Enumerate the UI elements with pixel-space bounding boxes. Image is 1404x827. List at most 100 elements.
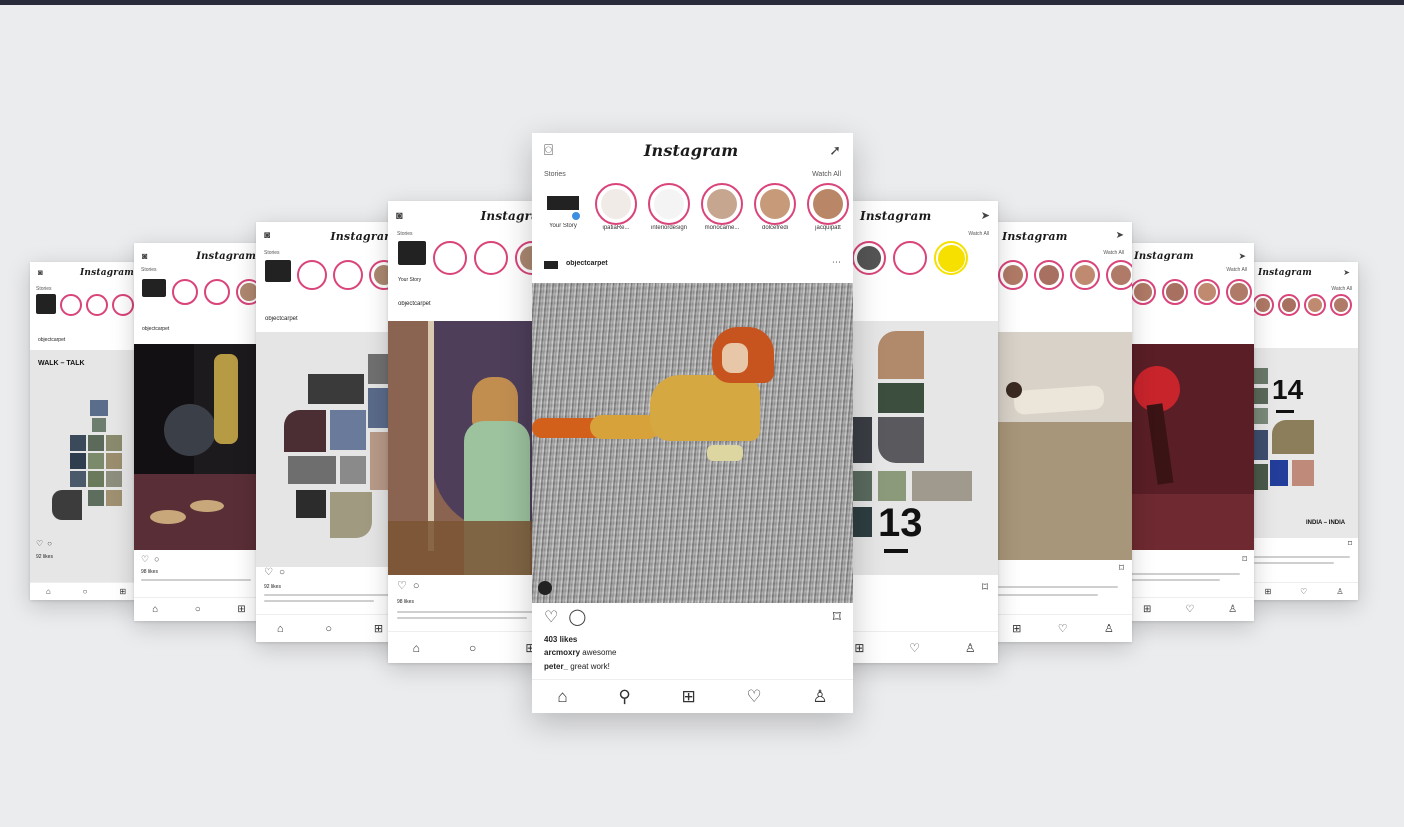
- story-item[interactable]: [1034, 260, 1064, 290]
- heart-icon[interactable]: ♡: [264, 568, 273, 578]
- bookmark-icon[interactable]: ⌑: [833, 610, 841, 626]
- story-item[interactable]: jacquipatt: [805, 183, 851, 231]
- watch-all-link[interactable]: Watch All: [1226, 267, 1247, 273]
- story-item[interactable]: [893, 241, 927, 275]
- bookmark-icon[interactable]: ⌑: [982, 581, 988, 593]
- search-icon[interactable]: ○: [83, 587, 88, 596]
- camera-icon[interactable]: ◙: [142, 251, 147, 261]
- story-item[interactable]: [1162, 279, 1188, 305]
- story-item[interactable]: [86, 294, 108, 316]
- search-icon[interactable]: ○: [325, 623, 332, 635]
- heart-icon[interactable]: ♡: [544, 610, 558, 626]
- home-icon[interactable]: ⌂: [557, 687, 567, 707]
- post-image[interactable]: 14 INDIA – INDIA: [1250, 348, 1358, 538]
- camera-icon[interactable]: ◙: [38, 269, 43, 277]
- send-icon[interactable]: ➚: [829, 143, 841, 157]
- post-image[interactable]: [532, 283, 853, 603]
- story-item[interactable]: [204, 279, 230, 305]
- post-image[interactable]: [1126, 344, 1254, 550]
- profile-icon[interactable]: ♙: [812, 687, 827, 707]
- profile-icon[interactable]: ♙: [1228, 604, 1237, 615]
- profile-icon[interactable]: ♙: [1336, 587, 1343, 596]
- profile-icon[interactable]: ♙: [965, 641, 976, 655]
- heart-icon[interactable]: ♡: [1185, 604, 1194, 615]
- comment-icon[interactable]: ○: [279, 568, 285, 578]
- story-item[interactable]: monocame...: [699, 183, 745, 231]
- post-image[interactable]: [134, 344, 264, 550]
- send-icon[interactable]: ➤: [981, 210, 990, 222]
- story-item[interactable]: [1226, 279, 1252, 305]
- camera-icon[interactable]: ◙: [264, 231, 270, 241]
- story-item[interactable]: [1070, 260, 1100, 290]
- story-item[interactable]: [172, 279, 198, 305]
- comment-2-user[interactable]: peter_: [544, 662, 568, 671]
- home-icon[interactable]: ⌂: [277, 623, 284, 635]
- heart-icon[interactable]: ♡: [397, 581, 407, 592]
- more-options-icon[interactable]: ⋯: [832, 257, 841, 268]
- heart-icon[interactable]: ♡: [1058, 622, 1068, 635]
- story-your-story[interactable]: [398, 241, 426, 265]
- camera-icon[interactable]: ◙: [396, 210, 403, 222]
- story-item[interactable]: [1106, 260, 1132, 290]
- comment-icon[interactable]: ◯: [568, 610, 586, 626]
- comment-icon[interactable]: ○: [413, 581, 420, 592]
- story-item[interactable]: [1194, 279, 1220, 305]
- home-icon[interactable]: ⌂: [152, 604, 158, 615]
- add-icon[interactable]: ⊞: [374, 622, 383, 635]
- search-icon[interactable]: ○: [469, 641, 476, 655]
- add-icon[interactable]: ⊞: [681, 687, 695, 707]
- story-item[interactable]: [1130, 279, 1156, 305]
- home-icon[interactable]: ⌂: [46, 587, 51, 596]
- post-username[interactable]: objectcarpet: [256, 316, 404, 322]
- post-image[interactable]: [256, 332, 404, 567]
- comment-1-user[interactable]: arcmoxry: [544, 648, 580, 657]
- story-item[interactable]: ipatiaRe...: [593, 183, 639, 231]
- story-item[interactable]: [1252, 294, 1274, 316]
- story-your-story[interactable]: Your Story: [540, 183, 586, 229]
- story-item[interactable]: [297, 260, 327, 290]
- story-item[interactable]: [1278, 294, 1300, 316]
- post-image[interactable]: [994, 332, 1132, 560]
- search-icon[interactable]: ○: [195, 604, 201, 615]
- bookmark-icon[interactable]: ⌑: [1119, 564, 1124, 574]
- tag-icon[interactable]: [538, 581, 552, 595]
- comment-icon[interactable]: ○: [154, 555, 159, 564]
- watch-all-link[interactable]: Watch All: [1103, 250, 1124, 256]
- heart-icon[interactable]: ♡: [141, 555, 149, 564]
- add-icon[interactable]: ⊞: [1012, 622, 1021, 635]
- story-item[interactable]: [333, 260, 363, 290]
- heart-icon[interactable]: ♡: [36, 540, 43, 548]
- story-item[interactable]: [852, 241, 886, 275]
- add-icon[interactable]: ⊞: [854, 641, 864, 655]
- post-avatar[interactable]: [544, 261, 558, 269]
- post-image[interactable]: 13: [832, 321, 998, 575]
- story-item[interactable]: [474, 241, 508, 275]
- story-item[interactable]: [934, 241, 968, 275]
- add-icon[interactable]: ⊞: [1143, 604, 1151, 615]
- story-item[interactable]: [112, 294, 134, 316]
- story-item[interactable]: interiordesign: [646, 183, 692, 231]
- send-icon[interactable]: ➤: [1116, 231, 1124, 241]
- send-icon[interactable]: ➤: [1343, 269, 1350, 277]
- story-item[interactable]: [1330, 294, 1352, 316]
- story-item[interactable]: dolcefredi: [752, 183, 798, 231]
- send-icon[interactable]: ➤: [1238, 251, 1246, 261]
- profile-icon[interactable]: ♙: [1104, 622, 1114, 635]
- add-icon[interactable]: ⊞: [119, 587, 126, 596]
- story-your-story[interactable]: [265, 260, 291, 282]
- post-username[interactable]: objectcarpet: [566, 260, 853, 267]
- search-icon[interactable]: ⚲: [618, 687, 630, 707]
- watch-all-link[interactable]: Watch All: [812, 171, 841, 178]
- post-image[interactable]: WALK – TALK: [30, 350, 142, 600]
- story-item[interactable]: [433, 241, 467, 275]
- post-username[interactable]: objectcarpet: [134, 326, 264, 332]
- heart-icon[interactable]: ♡: [909, 641, 920, 655]
- home-icon[interactable]: ⌂: [413, 641, 420, 655]
- story-your-story[interactable]: [36, 294, 56, 314]
- bookmark-icon[interactable]: ⌑: [1242, 555, 1247, 564]
- bookmark-icon[interactable]: ⌑: [1348, 540, 1352, 548]
- watch-all-link[interactable]: Watch All: [1331, 286, 1352, 292]
- story-your-story[interactable]: [142, 279, 166, 297]
- heart-icon[interactable]: ♡: [1300, 587, 1307, 596]
- watch-all-link[interactable]: Watch All: [968, 231, 989, 237]
